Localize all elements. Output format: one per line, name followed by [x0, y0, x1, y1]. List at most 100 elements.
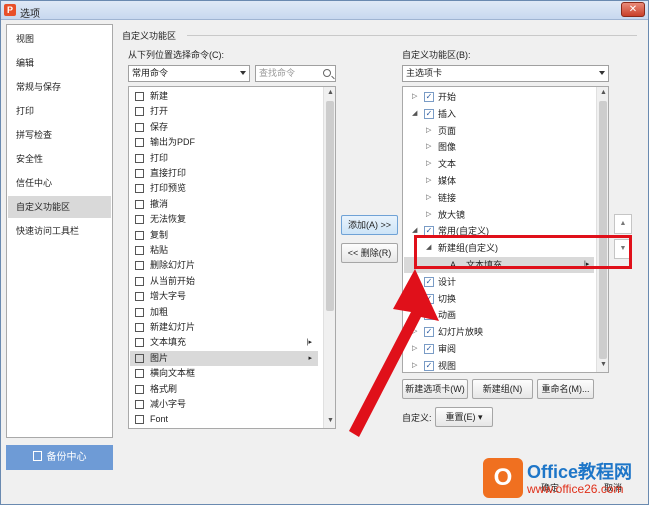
- command-item[interactable]: 减小字号: [130, 397, 318, 412]
- command-item[interactable]: 加粗: [130, 305, 318, 320]
- command-item[interactable]: 增大字号: [130, 289, 318, 304]
- expand-icon[interactable]: ▷: [426, 207, 434, 223]
- backup-icon: [32, 451, 42, 461]
- remove-button[interactable]: << 删除(R): [341, 243, 398, 263]
- ribbon-tree-scrollbar[interactable]: ▲ ▼: [596, 87, 608, 372]
- command-source-dropdown[interactable]: 常用命令: [128, 65, 250, 82]
- command-label: 撤消: [150, 198, 169, 209]
- ribbon-tabs-dropdown[interactable]: 主选项卡: [402, 65, 609, 82]
- expand-icon[interactable]: ▷: [426, 123, 434, 139]
- command-label: 新建幻灯片: [150, 322, 196, 332]
- command-item[interactable]: 无法恢复: [130, 212, 318, 227]
- expand-icon[interactable]: ▷: [426, 173, 434, 189]
- nav-item-print[interactable]: 打印: [8, 100, 111, 122]
- scroll-down-icon[interactable]: ▼: [600, 361, 607, 368]
- ribbon-tree-item[interactable]: ▷ 链接: [404, 190, 594, 206]
- expand-icon[interactable]: ▷: [426, 156, 434, 172]
- expand-icon[interactable]: ▷: [412, 89, 420, 105]
- format-painter-icon: [135, 384, 144, 394]
- command-search-input[interactable]: 查找命令: [255, 65, 336, 82]
- command-label: 直接打印: [150, 168, 187, 178]
- collapse-icon[interactable]: ◢: [412, 106, 420, 122]
- copy-icon: [135, 230, 144, 240]
- command-item[interactable]: 复制: [130, 228, 318, 243]
- nav-item-edit[interactable]: 编辑: [8, 52, 111, 74]
- pdf-icon: [135, 138, 144, 148]
- ribbon-label: 自定义功能区(B):: [402, 50, 471, 60]
- nav-item-general-save[interactable]: 常规与保存: [8, 76, 111, 98]
- scroll-up-icon[interactable]: ▲: [327, 89, 334, 96]
- nav-item-quick-access[interactable]: 快速访问工具栏: [8, 220, 111, 242]
- scroll-down-icon[interactable]: ▼: [327, 417, 334, 424]
- ribbon-tree-item[interactable]: ▷ 图像: [404, 139, 594, 155]
- chevron-down-icon: [240, 71, 246, 75]
- new-group-button[interactable]: 新建组(N): [472, 379, 533, 399]
- rename-button[interactable]: 重命名(M)...: [537, 379, 594, 399]
- command-item[interactable]: Font: [130, 412, 318, 427]
- command-label: 无法恢复: [150, 214, 187, 225]
- tab-checkbox[interactable]: ✓: [424, 108, 434, 119]
- command-label: Font: [150, 414, 169, 425]
- ribbon-tree-item[interactable]: ▷ 媒体: [404, 173, 594, 189]
- command-item[interactable]: 撤消: [130, 197, 318, 212]
- command-item[interactable]: 从当前开始: [130, 274, 318, 289]
- ribbon-tree-item[interactable]: ▷ ✓ 开始: [404, 89, 594, 105]
- scroll-thumb[interactable]: [326, 101, 334, 311]
- delete-slide-icon: [135, 261, 144, 271]
- command-item[interactable]: 直接打印: [130, 166, 318, 181]
- close-button[interactable]: ✕: [621, 2, 645, 17]
- command-source-value: 常用命令: [132, 68, 169, 78]
- textbox-icon: [135, 369, 144, 379]
- expand-icon[interactable]: ▷: [426, 139, 434, 155]
- print-preview-icon: [135, 184, 144, 194]
- command-label: 粘贴: [150, 245, 169, 255]
- commands-list[interactable]: ▲ ▼ 新建打开 保存 输出为PDF 打印直接打印打印预览撤消无法恢复复制粘贴删除幻灯…: [128, 86, 336, 429]
- nav-item-spelling[interactable]: 拼写检查: [8, 124, 111, 146]
- command-item[interactable]: 输出为PDF: [130, 135, 318, 150]
- command-label: 增大字号: [150, 291, 187, 302]
- ribbon-tree-label: 链接: [438, 192, 457, 203]
- ribbon-tree-label: 开始: [438, 92, 457, 102]
- command-item[interactable]: 文本填充 |▸: [130, 335, 318, 350]
- command-label: 加粗: [150, 306, 169, 317]
- command-item[interactable]: 图片 ▸: [130, 350, 318, 366]
- scroll-up-icon[interactable]: ▲: [600, 89, 607, 96]
- command-item[interactable]: 删除幻灯片: [130, 258, 318, 273]
- tab-checkbox[interactable]: ✓: [424, 92, 434, 102]
- nav-item-view[interactable]: 视图: [8, 28, 111, 50]
- commands-scrollbar[interactable]: ▲ ▼: [323, 87, 335, 428]
- direct-print-icon: [135, 169, 144, 178]
- command-item[interactable]: 新建幻灯片: [130, 320, 318, 335]
- command-item[interactable]: 保存: [130, 120, 318, 135]
- command-item[interactable]: 打开: [130, 104, 318, 119]
- window-title: 选项: [20, 9, 40, 20]
- move-up-button[interactable]: ▲: [614, 214, 632, 234]
- add-button[interactable]: 添加(A) >>: [341, 215, 398, 235]
- command-item[interactable]: 横向文本框: [130, 366, 318, 381]
- title-bar: P 选项 ✕: [1, 1, 648, 20]
- command-label: 删除幻灯片: [150, 260, 196, 271]
- save-icon: [135, 122, 144, 132]
- nav-item-security[interactable]: 安全性: [8, 148, 111, 170]
- command-item[interactable]: 打印预览: [130, 181, 318, 196]
- command-item[interactable]: 新建: [130, 89, 318, 104]
- nav-item-trust-center[interactable]: 信任中心: [8, 172, 111, 194]
- command-label: 文本填充: [150, 337, 187, 348]
- ribbon-tree-item[interactable]: ▷ 放大镜: [404, 207, 594, 223]
- nav-item-customize-ribbon[interactable]: 自定义功能区: [8, 196, 111, 218]
- scroll-thumb[interactable]: [599, 101, 607, 359]
- command-label: 复制: [150, 229, 169, 240]
- backup-center-button[interactable]: 备份中心: [6, 445, 113, 470]
- ribbon-tree-item[interactable]: ▷ 文本: [404, 156, 594, 172]
- expand-icon[interactable]: ▷: [426, 190, 434, 206]
- ribbon-tree-label: 插入: [438, 108, 457, 119]
- options-dialog: P 选项 ✕ 视图 编辑 常规与保存 打印 拼写检查 安全性 信任中心 自定义功…: [0, 0, 649, 505]
- command-label: 新建: [150, 91, 169, 101]
- ribbon-tree-item[interactable]: ▷ 页面: [404, 123, 594, 139]
- chevron-down-icon: ▾: [477, 412, 483, 422]
- command-item[interactable]: 粘贴: [130, 243, 318, 258]
- ribbon-tree-item[interactable]: ◢ ✓ 插入: [404, 106, 594, 122]
- command-item[interactable]: 格式刷: [130, 382, 318, 397]
- command-item[interactable]: 打印: [130, 151, 318, 166]
- watermark: O Office教程网 www.office26.com: [483, 456, 643, 501]
